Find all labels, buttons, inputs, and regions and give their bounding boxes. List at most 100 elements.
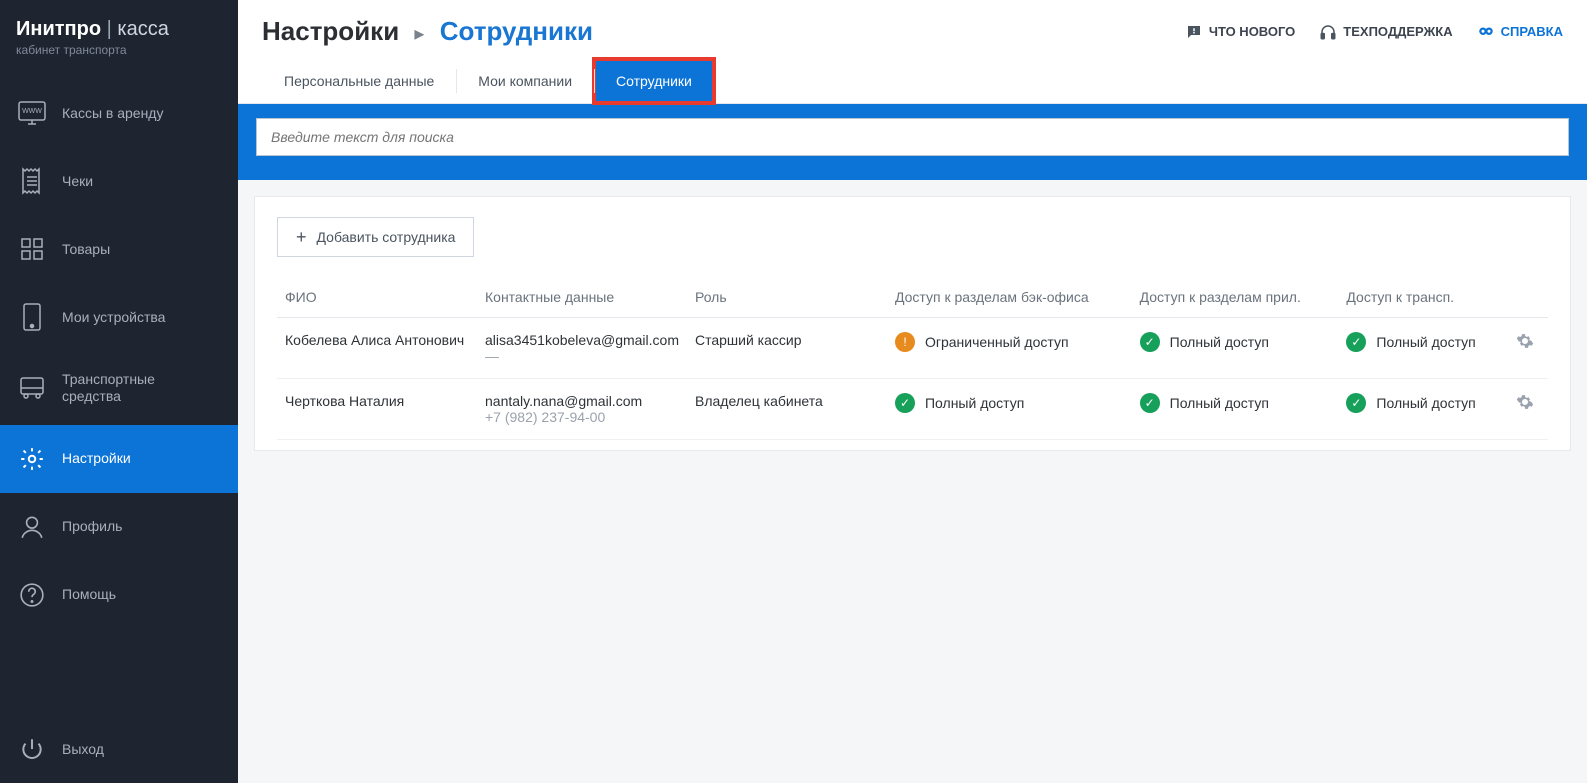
content: Настройки ▸ Сотрудники ЧТО НОВОГО ТЕХПОД… — [238, 0, 1587, 451]
cell-contact: nantaly.nana@gmail.com+7 (982) 237-94-00 — [477, 379, 687, 440]
access-label: Полный доступ — [1376, 334, 1475, 350]
add-employee-button[interactable]: + Добавить сотрудника — [277, 217, 474, 257]
sidebar-item-rent[interactable]: WWW Кассы в аренду — [0, 79, 238, 147]
sidebar-item-transport[interactable]: Транспортные средства — [0, 351, 238, 425]
th-role: Роль — [687, 277, 887, 318]
topbar: Настройки ▸ Сотрудники ЧТО НОВОГО ТЕХПОД… — [238, 0, 1587, 59]
access-cell: ✓ Полный доступ — [895, 393, 1124, 413]
sidebar-item-label: Помощь — [62, 586, 116, 603]
check-circle-icon: ✓ — [1346, 393, 1366, 413]
sidebar-item-settings[interactable]: Настройки — [0, 425, 238, 493]
owl-icon — [1477, 23, 1495, 41]
gear-icon — [18, 445, 46, 473]
chat-alert-icon — [1185, 23, 1203, 41]
cell-access-app: ✓ Полный доступ — [1132, 318, 1339, 379]
access-label: Ограниченный доступ — [925, 334, 1069, 350]
top-action-label: ТЕХПОДДЕРЖКА — [1343, 24, 1452, 39]
breadcrumb-root: Настройки — [262, 16, 399, 46]
sidebar-item-exit[interactable]: Выход — [0, 715, 238, 783]
cell-access-back: ✓ Полный доступ — [887, 379, 1132, 440]
support-link[interactable]: ТЕХПОДДЕРЖКА — [1319, 23, 1452, 41]
row-settings-button[interactable] — [1508, 318, 1548, 379]
cell-access-transp: ✓ Полный доступ — [1338, 318, 1508, 379]
access-cell: ✓ Полный доступ — [1140, 393, 1331, 413]
user-icon — [18, 513, 46, 541]
sidebar-item-label: Выход — [62, 741, 104, 758]
receipt-icon — [18, 167, 46, 195]
employees-panel: + Добавить сотрудника ФИО Контактные дан… — [254, 196, 1571, 451]
row-settings-button[interactable] — [1508, 379, 1548, 440]
sidebar-item-label: Настройки — [62, 450, 131, 467]
tab-my-companies[interactable]: Мои компании — [456, 59, 594, 103]
top-action-label: СПРАВКА — [1501, 24, 1563, 39]
access-label: Полный доступ — [1170, 334, 1269, 350]
breadcrumb: Настройки ▸ Сотрудники — [262, 16, 593, 47]
employees-table: ФИО Контактные данные Роль Доступ к разд… — [277, 277, 1548, 440]
sidebar-item-label: Чеки — [62, 173, 93, 190]
access-label: Полный доступ — [1376, 395, 1475, 411]
gear-icon — [1516, 332, 1540, 350]
th-access-back: Доступ к разделам бэк-офиса — [887, 277, 1132, 318]
sidebar-item-profile[interactable]: Профиль — [0, 493, 238, 561]
search-input[interactable] — [256, 118, 1569, 156]
add-button-label: Добавить сотрудника — [317, 229, 456, 245]
sidebar-item-label: Товары — [62, 241, 110, 258]
check-circle-icon: ✓ — [895, 393, 915, 413]
access-cell: ! Ограниченный доступ — [895, 332, 1124, 352]
access-cell: ✓ Полный доступ — [1346, 332, 1500, 352]
check-circle-icon: ✓ — [1140, 393, 1160, 413]
gear-icon — [1516, 393, 1540, 411]
phone-icon — [18, 303, 46, 331]
cell-contact: alisa3451kobeleva@gmail.com— — [477, 318, 687, 379]
monitor-www-icon: WWW — [18, 99, 46, 127]
check-circle-icon: ✓ — [1346, 332, 1366, 352]
sidebar: Инитпро | касса кабинет транспорта WWW К… — [0, 0, 238, 783]
sidebar-item-help[interactable]: Помощь — [0, 561, 238, 629]
top-action-label: ЧТО НОВОГО — [1209, 24, 1295, 39]
access-label: Полный доступ — [1170, 395, 1269, 411]
tab-personal-data[interactable]: Персональные данные — [262, 59, 456, 103]
th-name: ФИО — [277, 277, 477, 318]
sidebar-item-label: Транспортные средства — [62, 371, 155, 405]
search-strip — [238, 104, 1587, 180]
check-circle-icon: ✓ — [1140, 332, 1160, 352]
breadcrumb-current: Сотрудники — [440, 16, 593, 46]
sidebar-item-label: Кассы в аренду — [62, 105, 163, 122]
sidebar-item-receipts[interactable]: Чеки — [0, 147, 238, 215]
brand-name2: касса — [117, 18, 168, 40]
sidebar-nav: WWW Кассы в аренду Чеки Товары — [0, 71, 238, 629]
brand: Инитпро | касса кабинет транспорта — [0, 0, 238, 71]
sidebar-item-devices[interactable]: Мои устройства — [0, 283, 238, 351]
table-body: Кобелева Алиса Антоновичalisa3451kobelev… — [277, 318, 1548, 440]
bus-icon — [18, 374, 46, 402]
cell-access-transp: ✓ Полный доступ — [1338, 379, 1508, 440]
sidebar-item-label: Профиль — [62, 518, 122, 535]
tab-employees[interactable]: Сотрудники — [594, 59, 714, 103]
access-cell: ✓ Полный доступ — [1346, 393, 1500, 413]
svg-text:WWW: WWW — [22, 108, 42, 115]
tab-label: Мои компании — [478, 73, 572, 89]
tab-label: Сотрудники — [616, 73, 692, 89]
access-label: Полный доступ — [925, 395, 1024, 411]
power-icon — [18, 735, 46, 763]
table-row: Черткова Наталияnantaly.nana@gmail.com+7… — [277, 379, 1548, 440]
th-contact: Контактные данные — [477, 277, 687, 318]
help-link[interactable]: СПРАВКА — [1477, 23, 1563, 41]
th-actions — [1508, 277, 1548, 318]
brand-subtitle: кабинет транспорта — [16, 43, 222, 57]
warning-circle-icon: ! — [895, 332, 915, 352]
cell-access-back: ! Ограниченный доступ — [887, 318, 1132, 379]
cell-role: Старший кассир — [687, 318, 887, 379]
cell-name: Кобелева Алиса Антонович — [277, 318, 477, 379]
headphones-icon — [1319, 23, 1337, 41]
chevron-right-icon: ▸ — [414, 23, 424, 45]
th-access-app: Доступ к разделам прил. — [1132, 277, 1339, 318]
whats-new-link[interactable]: ЧТО НОВОГО — [1185, 23, 1295, 41]
top-actions: ЧТО НОВОГО ТЕХПОДДЕРЖКА СПРАВКА — [1185, 23, 1563, 41]
question-icon — [18, 581, 46, 609]
tab-label: Персональные данные — [284, 73, 434, 89]
cell-access-app: ✓ Полный доступ — [1132, 379, 1339, 440]
cell-role: Владелец кабинета — [687, 379, 887, 440]
sidebar-item-label: Мои устройства — [62, 309, 165, 326]
sidebar-item-goods[interactable]: Товары — [0, 215, 238, 283]
